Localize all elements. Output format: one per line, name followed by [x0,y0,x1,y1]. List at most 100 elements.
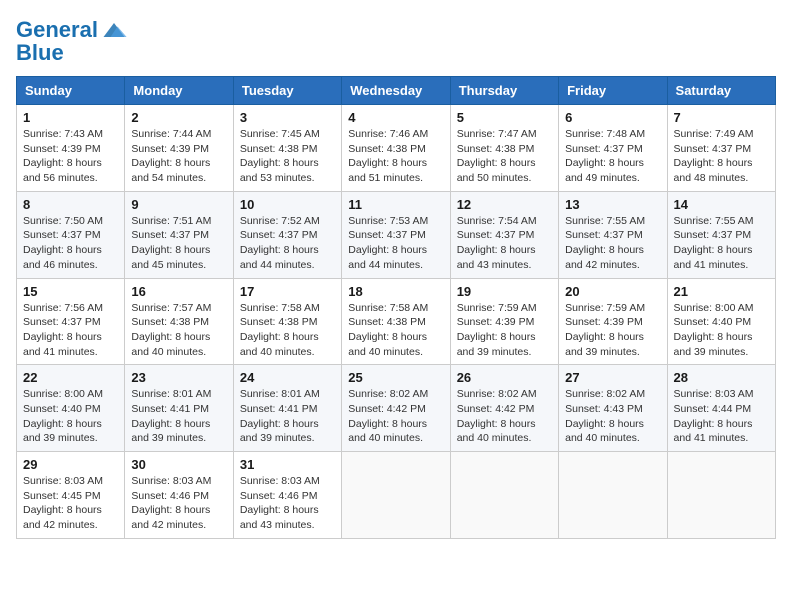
day-info: Sunrise: 7:58 AM Sunset: 4:38 PM Dayligh… [348,301,443,360]
calendar-table: SundayMondayTuesdayWednesdayThursdayFrid… [16,76,776,539]
week-row-1: 1 Sunrise: 7:43 AM Sunset: 4:39 PM Daylig… [17,105,776,192]
day-number: 2 [131,110,226,125]
calendar-cell: 8 Sunrise: 7:50 AM Sunset: 4:37 PM Daylig… [17,191,125,278]
day-number: 20 [565,284,660,299]
week-row-3: 15 Sunrise: 7:56 AM Sunset: 4:37 PM Dayli… [17,278,776,365]
calendar-cell: 9 Sunrise: 7:51 AM Sunset: 4:37 PM Daylig… [125,191,233,278]
day-info: Sunrise: 7:46 AM Sunset: 4:38 PM Dayligh… [348,127,443,186]
logo: General Blue [16,16,128,66]
week-row-4: 22 Sunrise: 8:00 AM Sunset: 4:40 PM Dayli… [17,365,776,452]
day-number: 21 [674,284,769,299]
calendar-cell: 3 Sunrise: 7:45 AM Sunset: 4:38 PM Daylig… [233,105,341,192]
day-info: Sunrise: 8:01 AM Sunset: 4:41 PM Dayligh… [240,387,335,446]
day-number: 15 [23,284,118,299]
day-number: 17 [240,284,335,299]
day-number: 26 [457,370,552,385]
day-number: 27 [565,370,660,385]
day-info: Sunrise: 8:03 AM Sunset: 4:46 PM Dayligh… [240,474,335,533]
weekday-sunday: Sunday [17,77,125,105]
day-number: 8 [23,197,118,212]
day-info: Sunrise: 7:50 AM Sunset: 4:37 PM Dayligh… [23,214,118,273]
calendar-cell: 24 Sunrise: 8:01 AM Sunset: 4:41 PM Dayli… [233,365,341,452]
day-info: Sunrise: 7:59 AM Sunset: 4:39 PM Dayligh… [457,301,552,360]
day-info: Sunrise: 7:49 AM Sunset: 4:37 PM Dayligh… [674,127,769,186]
calendar-cell: 4 Sunrise: 7:46 AM Sunset: 4:38 PM Daylig… [342,105,450,192]
calendar-cell: 16Sunrise: 7:57 AM Sunset: 4:38 PM Dayli… [125,278,233,365]
logo-icon [100,16,128,44]
day-info: Sunrise: 7:47 AM Sunset: 4:38 PM Dayligh… [457,127,552,186]
calendar-cell [667,452,775,539]
week-row-2: 8 Sunrise: 7:50 AM Sunset: 4:37 PM Daylig… [17,191,776,278]
day-info: Sunrise: 8:03 AM Sunset: 4:45 PM Dayligh… [23,474,118,533]
calendar-cell: 14Sunrise: 7:55 AM Sunset: 4:37 PM Dayli… [667,191,775,278]
day-number: 31 [240,457,335,472]
calendar-cell: 27Sunrise: 8:02 AM Sunset: 4:43 PM Dayli… [559,365,667,452]
calendar-cell: 15 Sunrise: 7:56 AM Sunset: 4:37 PM Dayli… [17,278,125,365]
day-info: Sunrise: 7:45 AM Sunset: 4:38 PM Dayligh… [240,127,335,186]
weekday-header-row: SundayMondayTuesdayWednesdayThursdayFrid… [17,77,776,105]
day-number: 28 [674,370,769,385]
day-number: 12 [457,197,552,212]
day-number: 23 [131,370,226,385]
day-info: Sunrise: 8:00 AM Sunset: 4:40 PM Dayligh… [23,387,118,446]
day-number: 7 [674,110,769,125]
day-number: 5 [457,110,552,125]
weekday-saturday: Saturday [667,77,775,105]
calendar-cell: 2 Sunrise: 7:44 AM Sunset: 4:39 PM Daylig… [125,105,233,192]
calendar-cell: 6 Sunrise: 7:48 AM Sunset: 4:37 PM Daylig… [559,105,667,192]
day-number: 25 [348,370,443,385]
day-number: 10 [240,197,335,212]
calendar-cell [559,452,667,539]
calendar-cell: 21 Sunrise: 8:00 AM Sunset: 4:40 PM Dayli… [667,278,775,365]
calendar-cell: 17 Sunrise: 7:58 AM Sunset: 4:38 PM Dayli… [233,278,341,365]
calendar-cell: 25Sunrise: 8:02 AM Sunset: 4:42 PM Dayli… [342,365,450,452]
day-number: 30 [131,457,226,472]
day-info: Sunrise: 8:02 AM Sunset: 4:42 PM Dayligh… [457,387,552,446]
calendar-cell: 29Sunrise: 8:03 AM Sunset: 4:45 PM Dayli… [17,452,125,539]
weekday-tuesday: Tuesday [233,77,341,105]
calendar-cell: 26 Sunrise: 8:02 AM Sunset: 4:42 PM Dayli… [450,365,558,452]
day-info: Sunrise: 7:52 AM Sunset: 4:37 PM Dayligh… [240,214,335,273]
week-row-5: 29Sunrise: 8:03 AM Sunset: 4:45 PM Dayli… [17,452,776,539]
calendar-cell: 31 Sunrise: 8:03 AM Sunset: 4:46 PM Dayli… [233,452,341,539]
calendar-cell: 19 Sunrise: 7:59 AM Sunset: 4:39 PM Dayli… [450,278,558,365]
day-number: 3 [240,110,335,125]
calendar-cell: 30 Sunrise: 8:03 AM Sunset: 4:46 PM Dayli… [125,452,233,539]
weekday-friday: Friday [559,77,667,105]
day-info: Sunrise: 7:58 AM Sunset: 4:38 PM Dayligh… [240,301,335,360]
day-info: Sunrise: 8:03 AM Sunset: 4:46 PM Dayligh… [131,474,226,533]
calendar-cell: 7 Sunrise: 7:49 AM Sunset: 4:37 PM Daylig… [667,105,775,192]
day-info: Sunrise: 7:53 AM Sunset: 4:37 PM Dayligh… [348,214,443,273]
calendar-body: 1 Sunrise: 7:43 AM Sunset: 4:39 PM Daylig… [17,105,776,539]
calendar-cell: 22 Sunrise: 8:00 AM Sunset: 4:40 PM Dayli… [17,365,125,452]
day-number: 6 [565,110,660,125]
day-number: 22 [23,370,118,385]
day-number: 1 [23,110,118,125]
weekday-monday: Monday [125,77,233,105]
calendar-cell: 11Sunrise: 7:53 AM Sunset: 4:37 PM Dayli… [342,191,450,278]
day-number: 13 [565,197,660,212]
day-number: 16 [131,284,226,299]
day-number: 18 [348,284,443,299]
day-info: Sunrise: 7:43 AM Sunset: 4:39 PM Dayligh… [23,127,118,186]
day-info: Sunrise: 7:51 AM Sunset: 4:37 PM Dayligh… [131,214,226,273]
day-info: Sunrise: 7:56 AM Sunset: 4:37 PM Dayligh… [23,301,118,360]
day-info: Sunrise: 8:03 AM Sunset: 4:44 PM Dayligh… [674,387,769,446]
day-info: Sunrise: 7:44 AM Sunset: 4:39 PM Dayligh… [131,127,226,186]
page-header: General Blue [16,16,776,66]
day-info: Sunrise: 8:00 AM Sunset: 4:40 PM Dayligh… [674,301,769,360]
calendar-cell: 10 Sunrise: 7:52 AM Sunset: 4:37 PM Dayli… [233,191,341,278]
calendar-cell: 18 Sunrise: 7:58 AM Sunset: 4:38 PM Dayli… [342,278,450,365]
day-info: Sunrise: 7:55 AM Sunset: 4:37 PM Dayligh… [565,214,660,273]
day-info: Sunrise: 7:54 AM Sunset: 4:37 PM Dayligh… [457,214,552,273]
day-number: 9 [131,197,226,212]
day-number: 4 [348,110,443,125]
logo-text: General [16,18,98,42]
day-number: 19 [457,284,552,299]
calendar-cell: 1 Sunrise: 7:43 AM Sunset: 4:39 PM Daylig… [17,105,125,192]
day-number: 24 [240,370,335,385]
day-info: Sunrise: 7:59 AM Sunset: 4:39 PM Dayligh… [565,301,660,360]
calendar-cell: 12 Sunrise: 7:54 AM Sunset: 4:37 PM Dayli… [450,191,558,278]
day-info: Sunrise: 7:48 AM Sunset: 4:37 PM Dayligh… [565,127,660,186]
calendar-cell: 5 Sunrise: 7:47 AM Sunset: 4:38 PM Daylig… [450,105,558,192]
